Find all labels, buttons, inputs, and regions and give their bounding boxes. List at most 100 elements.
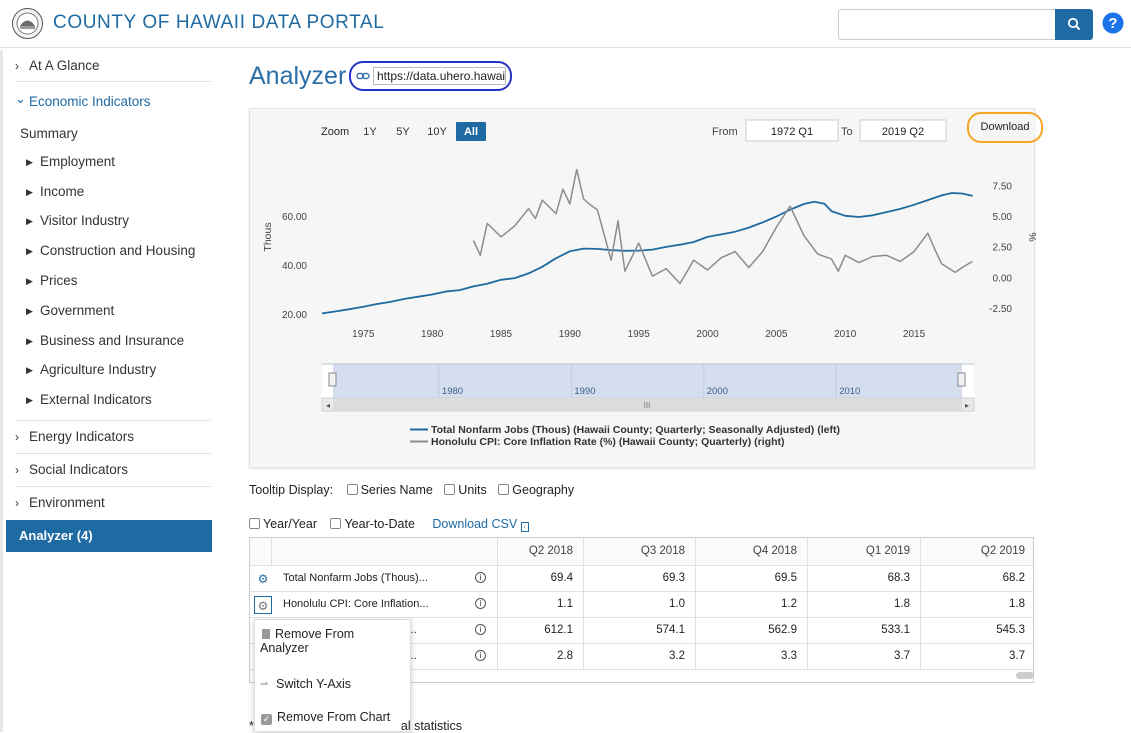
y-left-tick-label: 20.00	[282, 310, 307, 321]
sidebar-item-label: Government	[40, 303, 115, 318]
zoom-button-all[interactable]: All	[456, 122, 486, 141]
legend: Total Nonfarm Jobs (Thous) (Hawaii Count…	[410, 424, 840, 448]
scrollbar-grip-icon: III	[644, 401, 651, 410]
sidebar-item-prices[interactable]: ▶ Prices	[26, 273, 78, 288]
units-option[interactable]: Units	[444, 483, 487, 497]
table-header: Q2 2018 Q3 2018 Q4 2018 Q1 2019 Q2 2019	[250, 538, 1033, 565]
sidebar-item-label: Environment	[29, 495, 105, 510]
zoom-button-1y[interactable]: 1Y	[363, 126, 377, 138]
value-cell: 68.2	[920, 566, 1033, 591]
footnote-star: *	[249, 719, 254, 733]
to-input[interactable]: 2019 Q2	[882, 126, 924, 138]
year-to-date-checkbox[interactable]	[330, 518, 342, 529]
year-to-date-option[interactable]: Year-to-Date	[330, 517, 415, 531]
column-header: Q2 2019	[920, 538, 1033, 565]
units-checkbox[interactable]	[444, 484, 456, 495]
sidebar-item-government[interactable]: ▶ Government	[26, 303, 114, 318]
value-cell: 3.3	[695, 644, 807, 669]
search-button[interactable]	[1055, 9, 1093, 40]
search-input[interactable]	[838, 9, 1056, 40]
y-right-tick-label: 5.00	[993, 212, 1013, 223]
x-tick-label: 1980	[421, 329, 444, 340]
caret-right-icon: ▶	[26, 276, 33, 286]
sidebar-item-label: Economic Indicators	[29, 94, 151, 109]
value-cell: 3.7	[920, 644, 1033, 669]
chart-panel: Zoom 1Y 5Y 10Y All From 1972 Q1 To 2019 Q2 2…	[249, 108, 1036, 469]
horizontal-scrollbar[interactable]	[1016, 672, 1033, 679]
chevron-right-icon: ›	[15, 430, 19, 444]
share-link-field[interactable]: https://data.uhero.hawaii.gov	[349, 61, 512, 91]
scroll-right-arrow-icon[interactable]: ▸	[965, 401, 969, 410]
series-name-cell[interactable]: Total Nonfarm Jobs (Thous)...	[283, 566, 435, 591]
series-line-2[interactable]	[472, 168, 973, 285]
zoom-button-5y[interactable]: 5Y	[396, 126, 410, 138]
sidebar-item-construction-housing[interactable]: ▶ Construction and Housing	[26, 243, 195, 258]
chevron-right-icon: ›	[15, 59, 19, 73]
sidebar-item-visitor-industry[interactable]: ▶ Visitor Industry	[26, 213, 129, 228]
navigator-tick-label: 1980	[442, 386, 463, 397]
navigator-selection[interactable]	[333, 364, 962, 398]
link-icon[interactable]	[356, 70, 370, 82]
remove-from-analyzer-item[interactable]: Remove From Analyzer	[260, 627, 354, 655]
value-cell: 2.8	[497, 644, 583, 669]
series-name-checkbox[interactable]	[346, 484, 358, 495]
county-seal-logo[interactable]	[12, 8, 43, 39]
info-icon[interactable]: i	[475, 624, 486, 635]
sidebar-item-summary[interactable]: Summary	[20, 126, 78, 141]
geography-option[interactable]: Geography	[498, 483, 574, 497]
help-icon[interactable]: ?	[1102, 12, 1124, 34]
sidebar-item-label: Construction and Housing	[40, 243, 196, 258]
chart[interactable]: Zoom 1Y 5Y 10Y All From 1972 Q1 To 2019 Q2 2…	[250, 109, 1036, 469]
navigator-right-handle[interactable]	[957, 372, 966, 387]
value-cell: 574.1	[583, 618, 695, 643]
series-line-1[interactable]	[321, 192, 973, 315]
value-cell: 1.8	[920, 592, 1033, 617]
menu-item-label-continued: Analyzer	[260, 641, 309, 655]
sidebar-item-label: Social Indicators	[29, 462, 129, 477]
download-button[interactable]: Download	[974, 117, 1036, 137]
year-year-checkbox[interactable]	[249, 518, 260, 529]
info-icon[interactable]: i	[475, 572, 486, 583]
caret-right-icon: ▶	[26, 157, 33, 167]
sidebar-item-at-a-glance[interactable]: › At A Glance	[15, 58, 211, 73]
value-cell: 612.1	[497, 618, 583, 643]
tooltip-display-label: Tooltip Display:	[249, 483, 334, 497]
zoom-button-10y[interactable]: 10Y	[427, 126, 447, 138]
caret-right-icon: ▶	[26, 246, 33, 256]
info-icon[interactable]: i	[475, 598, 486, 609]
y-right-tick-label: 7.50	[993, 181, 1013, 192]
sidebar-item-external-indicators[interactable]: ▶ External Indicators	[26, 392, 152, 407]
navigator[interactable]: 1980 1990 2000 2010 ◂ ▸ III	[321, 363, 975, 412]
portal-title[interactable]: COUNTY OF HAWAII DATA PORTAL	[53, 12, 384, 34]
geography-checkbox[interactable]	[498, 484, 510, 495]
scroll-left-arrow-icon[interactable]: ◂	[326, 401, 330, 410]
checkbox-label: Year/Year	[263, 517, 317, 531]
value-cell: 1.1	[497, 592, 583, 617]
divider	[15, 420, 211, 421]
sidebar-item-employment[interactable]: ▶ Employment	[26, 154, 115, 169]
sidebar-item-income[interactable]: ▶ Income	[26, 184, 84, 199]
legend-item-label[interactable]: Honolulu CPI: Core Inflation Rate (%) (H…	[431, 436, 785, 448]
sidebar-item-energy-indicators[interactable]: › Energy Indicators	[15, 429, 211, 444]
download-csv-link[interactable]: Download CSV ↓	[432, 517, 529, 532]
series-name-option[interactable]: Series Name	[346, 483, 433, 497]
divider	[15, 486, 211, 487]
sidebar-item-business-insurance[interactable]: ▶ Business and Insurance	[26, 333, 184, 348]
year-year-option[interactable]: Year/Year	[249, 517, 317, 531]
sidebar-item-economic-indicators[interactable]: ⌄ Economic Indicators	[15, 91, 211, 109]
sidebar-item-social-indicators[interactable]: › Social Indicators	[15, 462, 211, 477]
gear-icon[interactable]: ⚙	[254, 570, 272, 588]
legend-item-label[interactable]: Total Nonfarm Jobs (Thous) (Hawaii Count…	[431, 424, 840, 436]
navigator-left-handle[interactable]	[328, 372, 337, 387]
from-input[interactable]: 1972 Q1	[771, 126, 813, 138]
info-icon[interactable]: i	[475, 650, 486, 661]
series-name-cell[interactable]: Honolulu CPI: Core Inflation...	[283, 592, 435, 617]
sidebar-item-environment[interactable]: › Environment	[15, 495, 211, 510]
url-input[interactable]: https://data.uhero.hawaii.gov	[373, 67, 506, 85]
gear-icon[interactable]: ⚙	[254, 596, 272, 614]
switch-y-axis-item[interactable]: ⇀ Switch Y-Axis	[260, 677, 351, 691]
x-axis: 1975 1980 1985 1990 1995 2000 2005 2010 2015	[352, 329, 925, 340]
sidebar-item-analyzer[interactable]: Analyzer (4)	[6, 520, 212, 552]
sidebar-item-agriculture[interactable]: ▶ Agriculture Industry	[26, 362, 156, 377]
sidebar-item-label: Business and Insurance	[40, 333, 185, 348]
